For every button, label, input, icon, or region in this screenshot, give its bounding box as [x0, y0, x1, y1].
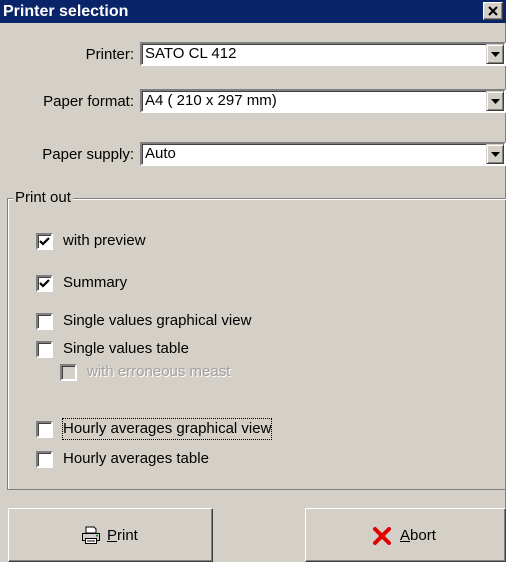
with-preview-checkbox[interactable]: [36, 233, 53, 250]
chevron-down-icon: [491, 152, 500, 157]
printer-value: SATO CL 412: [145, 45, 237, 62]
paper-supply-value: Auto: [145, 145, 176, 162]
paper-supply-select[interactable]: Auto: [140, 142, 506, 166]
printer-icon: [82, 526, 100, 544]
hourly-averages-table-checkbox[interactable]: [36, 451, 53, 468]
single-values-graphical-view-label[interactable]: Single values graphical view: [63, 311, 251, 331]
checkmark-icon: [39, 279, 50, 288]
paper-format-label: Paper format:: [43, 93, 134, 110]
with-erroneous-measurements-checkbox: [60, 364, 77, 381]
with-erroneous-measurements-label: with erroneous meast: [87, 363, 231, 380]
hourly-averages-graphical-view-label[interactable]: Hourly averages graphical view: [61, 418, 273, 440]
with-preview-label[interactable]: with preview: [63, 231, 146, 251]
paper-format-dropdown-button[interactable]: [486, 91, 504, 111]
summary-label[interactable]: Summary: [63, 273, 127, 293]
abort-button[interactable]: Abort: [305, 508, 506, 562]
window-title: Printer selection: [3, 3, 129, 20]
print-out-legend: Print out: [13, 188, 73, 208]
printer-selection-dialog: Printer selection Printer: SATO CL 412 P…: [0, 0, 506, 562]
close-icon: [488, 6, 498, 16]
summary-checkbox[interactable]: [36, 275, 53, 292]
chevron-down-icon: [491, 52, 500, 57]
single-values-table-label[interactable]: Single values table: [63, 339, 189, 359]
checkmark-icon: [39, 237, 50, 246]
single-values-graphical-view-checkbox[interactable]: [36, 313, 53, 330]
print-button[interactable]: Print: [8, 508, 213, 562]
paper-format-value: A4 ( 210 x 297 mm): [145, 92, 277, 109]
paper-format-select[interactable]: A4 ( 210 x 297 mm): [140, 89, 506, 113]
close-button[interactable]: [483, 2, 503, 20]
paper-supply-label: Paper supply:: [42, 146, 134, 163]
print-button-label: Print: [107, 527, 138, 544]
title-bar[interactable]: Printer selection: [0, 0, 506, 23]
paper-supply-dropdown-button[interactable]: [486, 144, 504, 164]
hourly-averages-graphical-view-checkbox[interactable]: [36, 421, 53, 438]
printer-label: Printer:: [85, 46, 134, 63]
chevron-down-icon: [491, 99, 500, 104]
printer-dropdown-button[interactable]: [486, 44, 504, 64]
abort-button-label: Abort: [400, 527, 436, 544]
printer-select[interactable]: SATO CL 412: [140, 42, 506, 66]
red-x-icon: [373, 527, 391, 545]
hourly-averages-table-label[interactable]: Hourly averages table: [63, 449, 209, 469]
single-values-table-checkbox[interactable]: [36, 341, 53, 358]
